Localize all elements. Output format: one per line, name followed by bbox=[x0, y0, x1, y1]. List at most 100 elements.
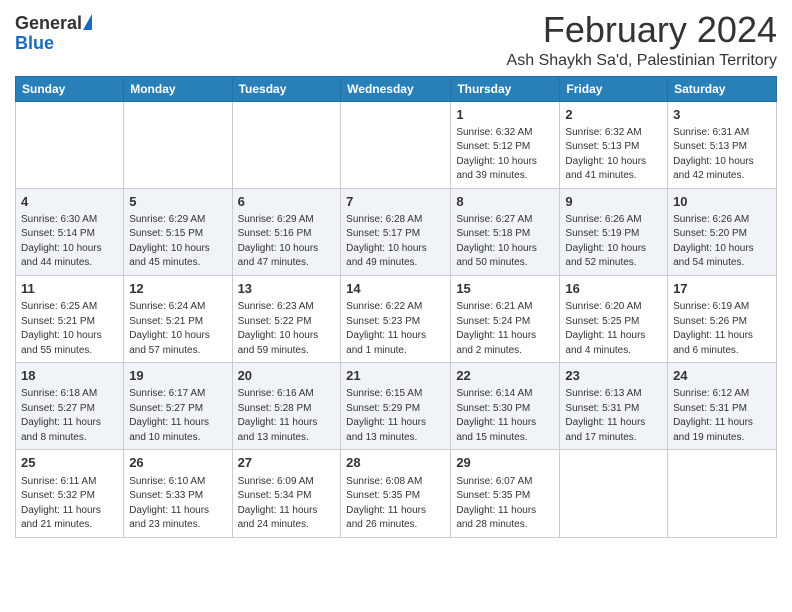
day-number: 5 bbox=[129, 193, 226, 211]
calendar-week-row: 4Sunrise: 6:30 AM Sunset: 5:14 PM Daylig… bbox=[16, 188, 777, 275]
calendar-cell bbox=[668, 450, 777, 537]
calendar-cell: 5 Sunrise: 6:29 AM Sunset: 5:15 PM Daylig… bbox=[124, 188, 232, 275]
calendar-cell: 25 Sunrise: 6:11 AM Sunset: 5:32 PM Dayli… bbox=[16, 450, 124, 537]
calendar-cell: 10 Sunrise: 6:26 AM Sunset: 5:20 PM Dayli… bbox=[668, 188, 777, 275]
day-info: Sunrise: 6:11 AM Sunset: 5:32 PM Dayligh… bbox=[21, 475, 118, 533]
day-number: 16 bbox=[565, 280, 662, 298]
calendar-cell: 23 Sunrise: 6:13 AM Sunset: 5:31 PM Dayli… bbox=[560, 363, 668, 450]
location-subtitle: Ash Shaykh Sa'd, Palestinian Territory bbox=[507, 52, 777, 70]
calendar-cell: 29 Sunrise: 6:07 AM Sunset: 5:35 PM Dayli… bbox=[451, 450, 560, 537]
calendar-cell: 12 Sunrise: 6:24 AM Sunset: 5:21 PM Dayli… bbox=[124, 275, 232, 362]
day-number: 1 bbox=[456, 106, 554, 124]
day-number: 27 bbox=[238, 454, 336, 472]
day-info: Sunrise: 6:26 AM Sunset: 5:20 PM Dayligh… bbox=[673, 213, 771, 271]
calendar-header-row: SundayMondayTuesdayWednesdayThursdayFrid… bbox=[16, 76, 777, 101]
month-title: February 2024 bbox=[507, 10, 777, 50]
day-number: 22 bbox=[456, 367, 554, 385]
day-number: 12 bbox=[129, 280, 226, 298]
day-info: Sunrise: 6:26 AM Sunset: 5:19 PM Dayligh… bbox=[565, 213, 662, 271]
day-number: 15 bbox=[456, 280, 554, 298]
column-header-wednesday: Wednesday bbox=[341, 76, 451, 101]
day-info: Sunrise: 6:12 AM Sunset: 5:31 PM Dayligh… bbox=[673, 387, 771, 445]
day-number: 28 bbox=[346, 454, 445, 472]
day-number: 2 bbox=[565, 106, 662, 124]
day-info: Sunrise: 6:28 AM Sunset: 5:17 PM Dayligh… bbox=[346, 213, 445, 271]
day-info: Sunrise: 6:07 AM Sunset: 5:35 PM Dayligh… bbox=[456, 475, 554, 533]
day-info: Sunrise: 6:17 AM Sunset: 5:27 PM Dayligh… bbox=[129, 387, 226, 445]
day-info: Sunrise: 6:29 AM Sunset: 5:15 PM Dayligh… bbox=[129, 213, 226, 271]
day-number: 4 bbox=[21, 193, 118, 211]
calendar-week-row: 18Sunrise: 6:18 AM Sunset: 5:27 PM Dayli… bbox=[16, 363, 777, 450]
day-number: 18 bbox=[21, 367, 118, 385]
day-info: Sunrise: 6:13 AM Sunset: 5:31 PM Dayligh… bbox=[565, 387, 662, 445]
day-number: 3 bbox=[673, 106, 771, 124]
calendar-cell: 17 Sunrise: 6:19 AM Sunset: 5:26 PM Dayli… bbox=[668, 275, 777, 362]
column-header-monday: Monday bbox=[124, 76, 232, 101]
calendar-cell: 8Sunrise: 6:27 AM Sunset: 5:18 PM Daylig… bbox=[451, 188, 560, 275]
day-info: Sunrise: 6:25 AM Sunset: 5:21 PM Dayligh… bbox=[21, 300, 118, 358]
day-number: 24 bbox=[673, 367, 771, 385]
column-header-thursday: Thursday bbox=[451, 76, 560, 101]
day-number: 7 bbox=[346, 193, 445, 211]
calendar-cell: 22Sunrise: 6:14 AM Sunset: 5:30 PM Dayli… bbox=[451, 363, 560, 450]
calendar-cell: 18Sunrise: 6:18 AM Sunset: 5:27 PM Dayli… bbox=[16, 363, 124, 450]
title-area: February 2024 Ash Shaykh Sa'd, Palestini… bbox=[507, 10, 777, 70]
calendar-cell: 11 Sunrise: 6:25 AM Sunset: 5:21 PM Dayli… bbox=[16, 275, 124, 362]
logo-general: General bbox=[15, 14, 82, 34]
day-info: Sunrise: 6:31 AM Sunset: 5:13 PM Dayligh… bbox=[673, 126, 771, 184]
calendar-cell: 27 Sunrise: 6:09 AM Sunset: 5:34 PM Dayli… bbox=[232, 450, 341, 537]
day-number: 20 bbox=[238, 367, 336, 385]
calendar-cell: 14 Sunrise: 6:22 AM Sunset: 5:23 PM Dayli… bbox=[341, 275, 451, 362]
calendar-cell: 24 Sunrise: 6:12 AM Sunset: 5:31 PM Dayli… bbox=[668, 363, 777, 450]
calendar-week-row: 11 Sunrise: 6:25 AM Sunset: 5:21 PM Dayli… bbox=[16, 275, 777, 362]
calendar-cell: 13 Sunrise: 6:23 AM Sunset: 5:22 PM Dayli… bbox=[232, 275, 341, 362]
calendar-week-row: 25 Sunrise: 6:11 AM Sunset: 5:32 PM Dayli… bbox=[16, 450, 777, 537]
day-info: Sunrise: 6:29 AM Sunset: 5:16 PM Dayligh… bbox=[238, 213, 336, 271]
day-number: 9 bbox=[565, 193, 662, 211]
calendar-cell: 15 Sunrise: 6:21 AM Sunset: 5:24 PM Dayli… bbox=[451, 275, 560, 362]
calendar-cell: 19 Sunrise: 6:17 AM Sunset: 5:27 PM Dayli… bbox=[124, 363, 232, 450]
day-info: Sunrise: 6:20 AM Sunset: 5:25 PM Dayligh… bbox=[565, 300, 662, 358]
day-number: 17 bbox=[673, 280, 771, 298]
column-header-tuesday: Tuesday bbox=[232, 76, 341, 101]
day-info: Sunrise: 6:16 AM Sunset: 5:28 PM Dayligh… bbox=[238, 387, 336, 445]
calendar-cell: 3 Sunrise: 6:31 AM Sunset: 5:13 PM Daylig… bbox=[668, 101, 777, 188]
day-number: 25 bbox=[21, 454, 118, 472]
calendar-cell: 28Sunrise: 6:08 AM Sunset: 5:35 PM Dayli… bbox=[341, 450, 451, 537]
calendar-cell bbox=[341, 101, 451, 188]
day-info: Sunrise: 6:19 AM Sunset: 5:26 PM Dayligh… bbox=[673, 300, 771, 358]
day-info: Sunrise: 6:32 AM Sunset: 5:13 PM Dayligh… bbox=[565, 126, 662, 184]
logo: General Blue bbox=[15, 10, 92, 54]
day-number: 14 bbox=[346, 280, 445, 298]
day-info: Sunrise: 6:32 AM Sunset: 5:12 PM Dayligh… bbox=[456, 126, 554, 184]
calendar-week-row: 1 Sunrise: 6:32 AM Sunset: 5:12 PM Daylig… bbox=[16, 101, 777, 188]
calendar-cell: 26 Sunrise: 6:10 AM Sunset: 5:33 PM Dayli… bbox=[124, 450, 232, 537]
day-info: Sunrise: 6:09 AM Sunset: 5:34 PM Dayligh… bbox=[238, 475, 336, 533]
calendar-cell: 6Sunrise: 6:29 AM Sunset: 5:16 PM Daylig… bbox=[232, 188, 341, 275]
day-number: 11 bbox=[21, 280, 118, 298]
column-header-saturday: Saturday bbox=[668, 76, 777, 101]
page-header: General Blue February 2024 Ash Shaykh Sa… bbox=[15, 10, 777, 70]
calendar-table: SundayMondayTuesdayWednesdayThursdayFrid… bbox=[15, 76, 777, 538]
day-number: 26 bbox=[129, 454, 226, 472]
calendar-cell bbox=[124, 101, 232, 188]
calendar-cell: 2 Sunrise: 6:32 AM Sunset: 5:13 PM Daylig… bbox=[560, 101, 668, 188]
calendar-cell: 20 Sunrise: 6:16 AM Sunset: 5:28 PM Dayli… bbox=[232, 363, 341, 450]
day-number: 8 bbox=[456, 193, 554, 211]
day-info: Sunrise: 6:22 AM Sunset: 5:23 PM Dayligh… bbox=[346, 300, 445, 358]
day-info: Sunrise: 6:24 AM Sunset: 5:21 PM Dayligh… bbox=[129, 300, 226, 358]
column-header-friday: Friday bbox=[560, 76, 668, 101]
day-number: 10 bbox=[673, 193, 771, 211]
calendar-cell: 1 Sunrise: 6:32 AM Sunset: 5:12 PM Daylig… bbox=[451, 101, 560, 188]
day-number: 13 bbox=[238, 280, 336, 298]
calendar-cell: 4Sunrise: 6:30 AM Sunset: 5:14 PM Daylig… bbox=[16, 188, 124, 275]
column-header-sunday: Sunday bbox=[16, 76, 124, 101]
day-number: 23 bbox=[565, 367, 662, 385]
day-info: Sunrise: 6:23 AM Sunset: 5:22 PM Dayligh… bbox=[238, 300, 336, 358]
calendar-cell: 16 Sunrise: 6:20 AM Sunset: 5:25 PM Dayli… bbox=[560, 275, 668, 362]
day-info: Sunrise: 6:10 AM Sunset: 5:33 PM Dayligh… bbox=[129, 475, 226, 533]
calendar-cell bbox=[560, 450, 668, 537]
day-info: Sunrise: 6:21 AM Sunset: 5:24 PM Dayligh… bbox=[456, 300, 554, 358]
day-number: 29 bbox=[456, 454, 554, 472]
day-number: 19 bbox=[129, 367, 226, 385]
